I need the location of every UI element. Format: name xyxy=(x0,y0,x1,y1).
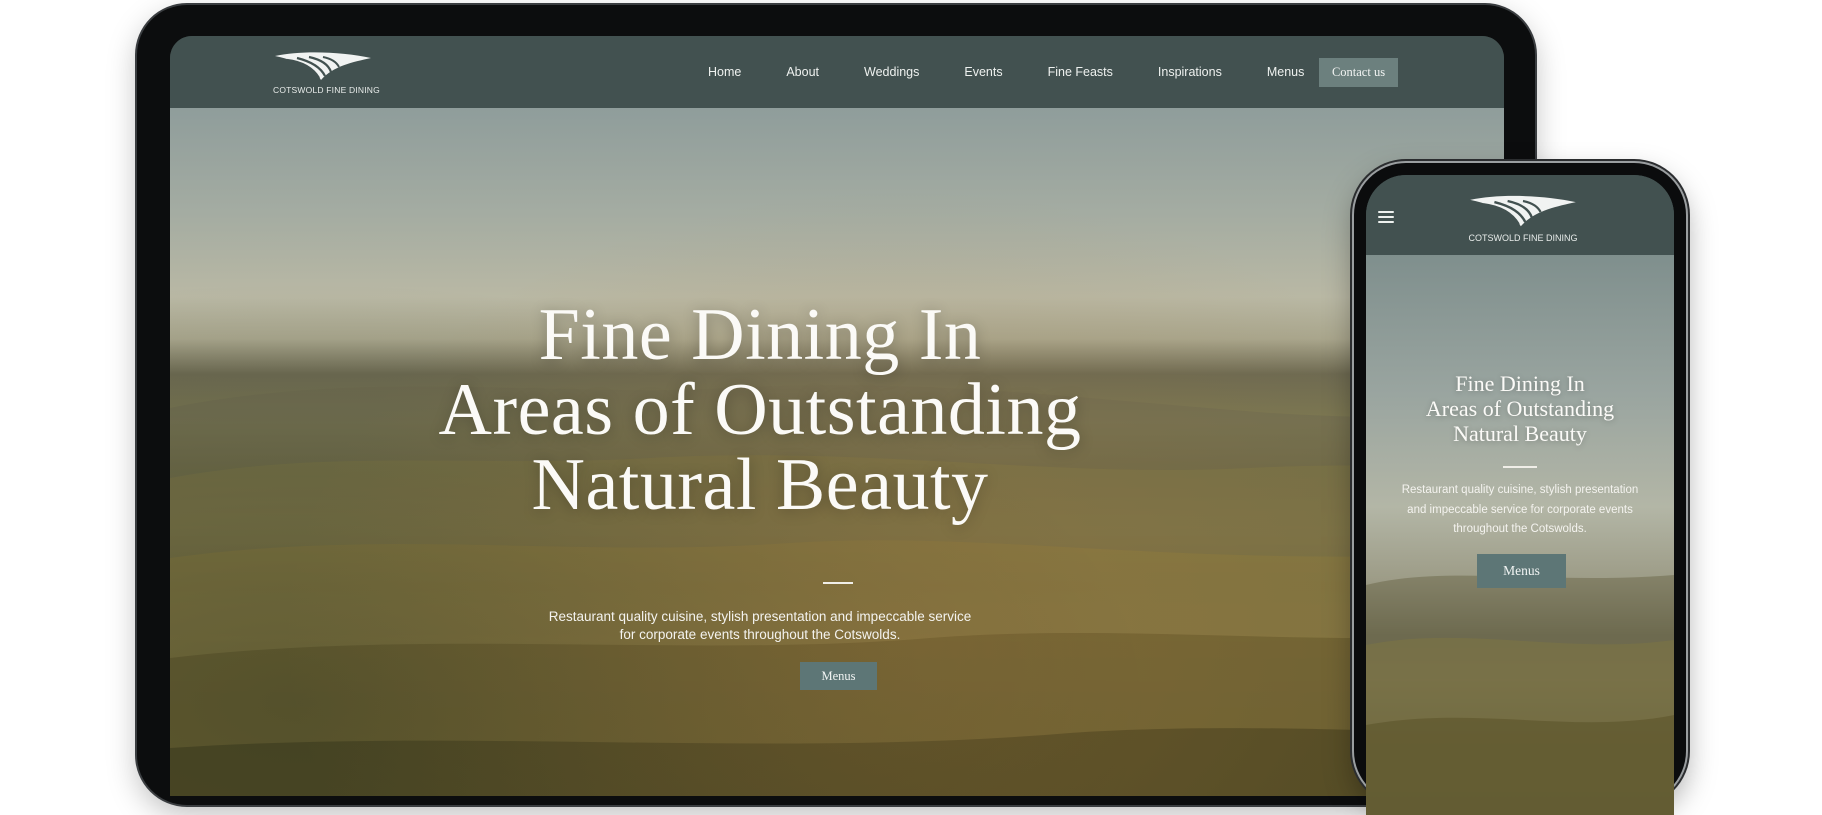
mobile-hero-subtitle: Restaurant quality cuisine, stylish pres… xyxy=(1386,481,1654,540)
mobile-headline-line-3: Natural Beauty xyxy=(1453,421,1587,446)
mobile-landscape-image xyxy=(1366,575,1674,815)
nav-item-fine-feasts[interactable]: Fine Feasts xyxy=(1048,65,1113,79)
mobile-subtitle-line-3: throughout the Cotswolds. xyxy=(1453,523,1587,535)
nav-item-weddings[interactable]: Weddings xyxy=(864,65,919,79)
mobile-subtitle-line-2: and impeccable service for corporate eve… xyxy=(1407,503,1633,516)
phone-device-frame: COTSWOLD FINE DINING Fine Dining In Area… xyxy=(1354,163,1686,815)
hero-subtitle-line-1: Restaurant quality cuisine, stylish pres… xyxy=(548,609,972,624)
cotswold-wing-logo-icon xyxy=(1470,195,1576,227)
main-navigation: Home About Weddings Events Fine Feasts I… xyxy=(708,36,1349,108)
mobile-menus-button[interactable]: Menus xyxy=(1477,554,1566,588)
hero-subtitle: Restaurant quality cuisine, stylish pres… xyxy=(170,608,1350,644)
nav-item-inspirations[interactable]: Inspirations xyxy=(1158,65,1222,79)
hero-headline-line-3: Natural Beauty xyxy=(531,444,989,526)
mobile-header: COTSWOLD FINE DINING xyxy=(1366,175,1674,255)
mobile-hero-headline: Fine Dining In Areas of Outstanding Natu… xyxy=(1366,371,1674,446)
mobile-headline-line-1: Fine Dining In xyxy=(1455,371,1585,396)
mobile-headline-line-2: Areas of Outstanding xyxy=(1425,396,1615,421)
hero-headline: Fine Dining In Areas of Outstanding Natu… xyxy=(170,298,1350,523)
hero-headline-line-2: Areas of Outstanding xyxy=(438,369,1082,451)
mobile-hero-divider xyxy=(1503,466,1537,468)
menus-button[interactable]: Menus xyxy=(800,662,877,690)
hero-divider xyxy=(823,582,853,584)
nav-item-menus[interactable]: Menus xyxy=(1267,65,1305,79)
mobile-logo-text: COTSWOLD FINE DINING xyxy=(1468,233,1578,243)
site-logo[interactable]: COTSWOLD FINE DINING xyxy=(273,50,380,100)
cotswold-wing-logo-icon xyxy=(275,52,371,80)
hero-subtitle-line-2: for corporate events throughout the Cots… xyxy=(619,627,901,642)
logo-text: COTSWOLD FINE DINING xyxy=(273,85,380,95)
nav-item-events[interactable]: Events xyxy=(964,65,1002,79)
nav-item-home[interactable]: Home xyxy=(708,65,741,79)
mobile-site-screen: COTSWOLD FINE DINING Fine Dining In Area… xyxy=(1366,175,1674,815)
hamburger-menu-icon[interactable] xyxy=(1378,211,1394,223)
nav-item-about[interactable]: About xyxy=(786,65,819,79)
mobile-subtitle-line-1: Restaurant quality cuisine, stylish pres… xyxy=(1401,484,1639,496)
contact-us-button[interactable]: Contact us xyxy=(1319,58,1398,87)
hero-section: Fine Dining In Areas of Outstanding Natu… xyxy=(170,108,1504,796)
hero-headline-line-1: Fine Dining In xyxy=(538,294,982,376)
desktop-header: COTSWOLD FINE DINING Home About Weddings… xyxy=(170,36,1504,108)
desktop-site-screen: COTSWOLD FINE DINING Home About Weddings… xyxy=(170,36,1504,796)
mobile-site-logo[interactable]: COTSWOLD FINE DINING xyxy=(1468,193,1578,248)
